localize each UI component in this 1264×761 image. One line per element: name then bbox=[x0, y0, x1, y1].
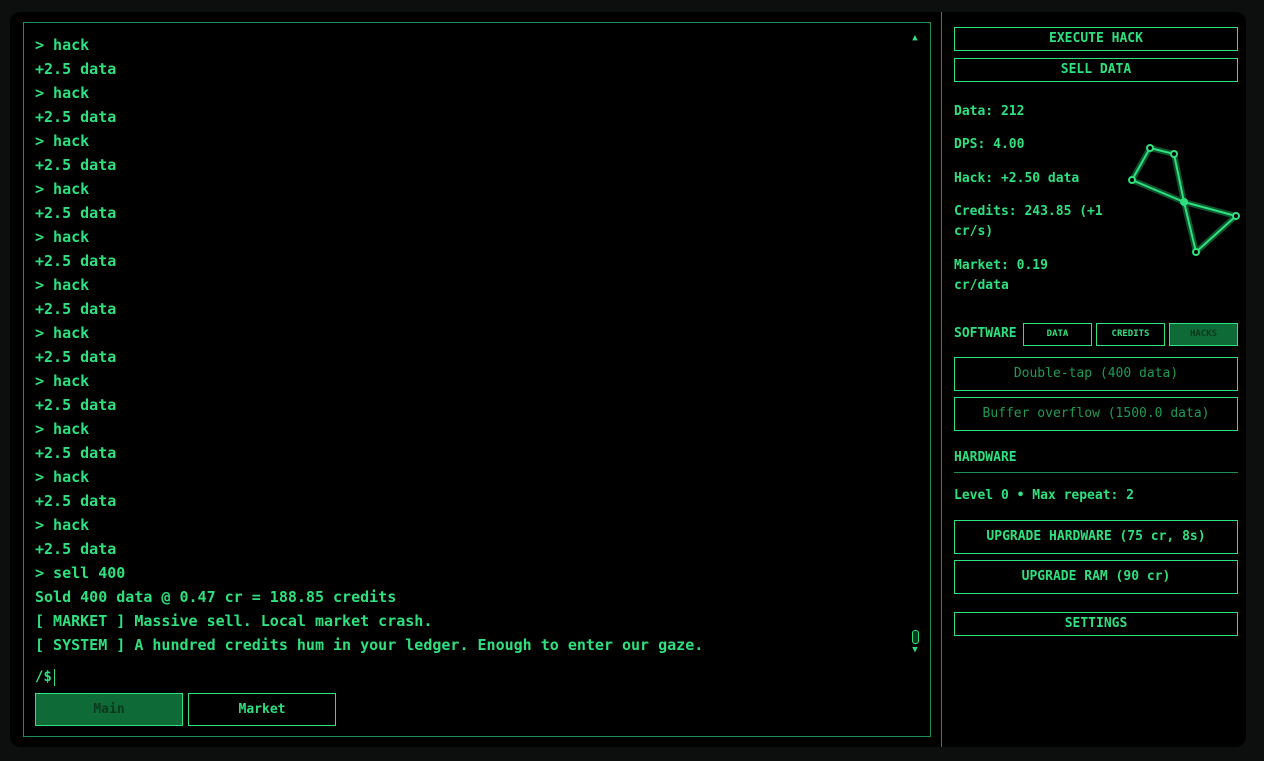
log-line: > hack bbox=[35, 516, 90, 534]
filter-hacks[interactable]: HACKS bbox=[1169, 323, 1238, 346]
sell-data-button[interactable]: SELL DATA bbox=[954, 58, 1238, 82]
log-line: +2.5 data bbox=[35, 108, 117, 126]
log-line: > hack bbox=[35, 180, 90, 198]
log-line: +2.5 data bbox=[35, 492, 117, 510]
settings-button[interactable]: SETTINGS bbox=[954, 612, 1238, 636]
log-line: > hack bbox=[35, 84, 90, 102]
log-line: [ MARKET ] Massive sell. Local market cr… bbox=[35, 612, 433, 630]
log-line: +2.5 data bbox=[35, 204, 117, 222]
stat-credits-line1: Credits: 243.85 (+1 bbox=[954, 204, 1103, 219]
upgrade-ram-button[interactable]: UPGRADE RAM (90 cr) bbox=[954, 560, 1238, 594]
log-line: +2.5 data bbox=[35, 348, 117, 366]
hardware-level: Level 0 • Max repeat: 2 bbox=[954, 488, 1135, 503]
log-line: +2.5 data bbox=[35, 252, 117, 270]
scroll-thumb[interactable] bbox=[912, 630, 919, 644]
filter-credits[interactable]: CREDITS bbox=[1096, 323, 1165, 346]
log-line: > hack bbox=[35, 132, 90, 150]
log-line: +2.5 data bbox=[35, 396, 117, 414]
software-item-double-tap[interactable]: Double-tap (400 data) bbox=[954, 357, 1238, 391]
log-line: > hack bbox=[35, 276, 90, 294]
log-scrollbar[interactable]: ▲ ▼ bbox=[909, 33, 921, 655]
log-line: +2.5 data bbox=[35, 540, 117, 558]
stat-market: Market: 0.19 cr/data bbox=[954, 256, 1048, 296]
stat-data: Data: 212 bbox=[954, 104, 1025, 119]
log-line: +2.5 data bbox=[35, 444, 117, 462]
terminal-log: > hack +2.5 data > hack +2.5 data > hack… bbox=[35, 33, 905, 657]
hardware-label: HARDWARE bbox=[954, 450, 1017, 465]
terminal-panel: > hack +2.5 data > hack +2.5 data > hack… bbox=[23, 22, 931, 737]
stat-credits: Credits: 243.85 (+1 cr/s) bbox=[954, 202, 1103, 242]
log-line: > hack bbox=[35, 372, 90, 390]
log-line: > hack bbox=[35, 324, 90, 342]
scroll-up-arrow-icon[interactable]: ▲ bbox=[910, 33, 920, 43]
log-line: > hack bbox=[35, 420, 90, 438]
stat-market-line2: cr/data bbox=[954, 278, 1009, 293]
log-line: +2.5 data bbox=[35, 60, 117, 78]
panel-divider bbox=[941, 12, 942, 747]
text-cursor bbox=[53, 668, 55, 686]
tab-market[interactable]: Market bbox=[188, 693, 336, 726]
prompt-symbol: /$ bbox=[35, 669, 52, 685]
log-line: > hack bbox=[35, 228, 90, 246]
command-input[interactable]: /$ bbox=[35, 667, 55, 687]
log-line: +2.5 data bbox=[35, 156, 117, 174]
upgrade-hardware-button[interactable]: UPGRADE HARDWARE (75 cr, 8s) bbox=[954, 520, 1238, 554]
stat-credits-line2: cr/s) bbox=[954, 224, 994, 239]
log-line: Sold 400 data @ 0.47 cr = 188.85 credits bbox=[35, 588, 397, 606]
hardware-divider bbox=[954, 472, 1238, 473]
filter-data[interactable]: DATA bbox=[1023, 323, 1092, 346]
log-line: +2.5 data bbox=[35, 300, 117, 318]
software-item-buffer-overflow[interactable]: Buffer overflow (1500.0 data) bbox=[954, 397, 1238, 431]
log-line: [ SYSTEM ] A hundred credits hum in your… bbox=[35, 636, 704, 654]
execute-hack-button[interactable]: EXECUTE HACK bbox=[954, 27, 1238, 51]
stat-hack: Hack: +2.50 data bbox=[954, 171, 1080, 186]
software-label: SOFTWARE bbox=[954, 326, 1017, 341]
scroll-down-arrow-icon[interactable]: ▼ bbox=[910, 645, 920, 655]
constellation-logo-icon bbox=[1128, 144, 1240, 256]
log-line: > sell 400 bbox=[35, 564, 126, 582]
log-line: > hack bbox=[35, 36, 90, 54]
stat-dps: DPS: 4.00 bbox=[954, 137, 1025, 152]
tab-main[interactable]: Main bbox=[35, 693, 183, 726]
log-line: > hack bbox=[35, 468, 90, 486]
stat-market-line1: Market: 0.19 bbox=[954, 258, 1048, 273]
